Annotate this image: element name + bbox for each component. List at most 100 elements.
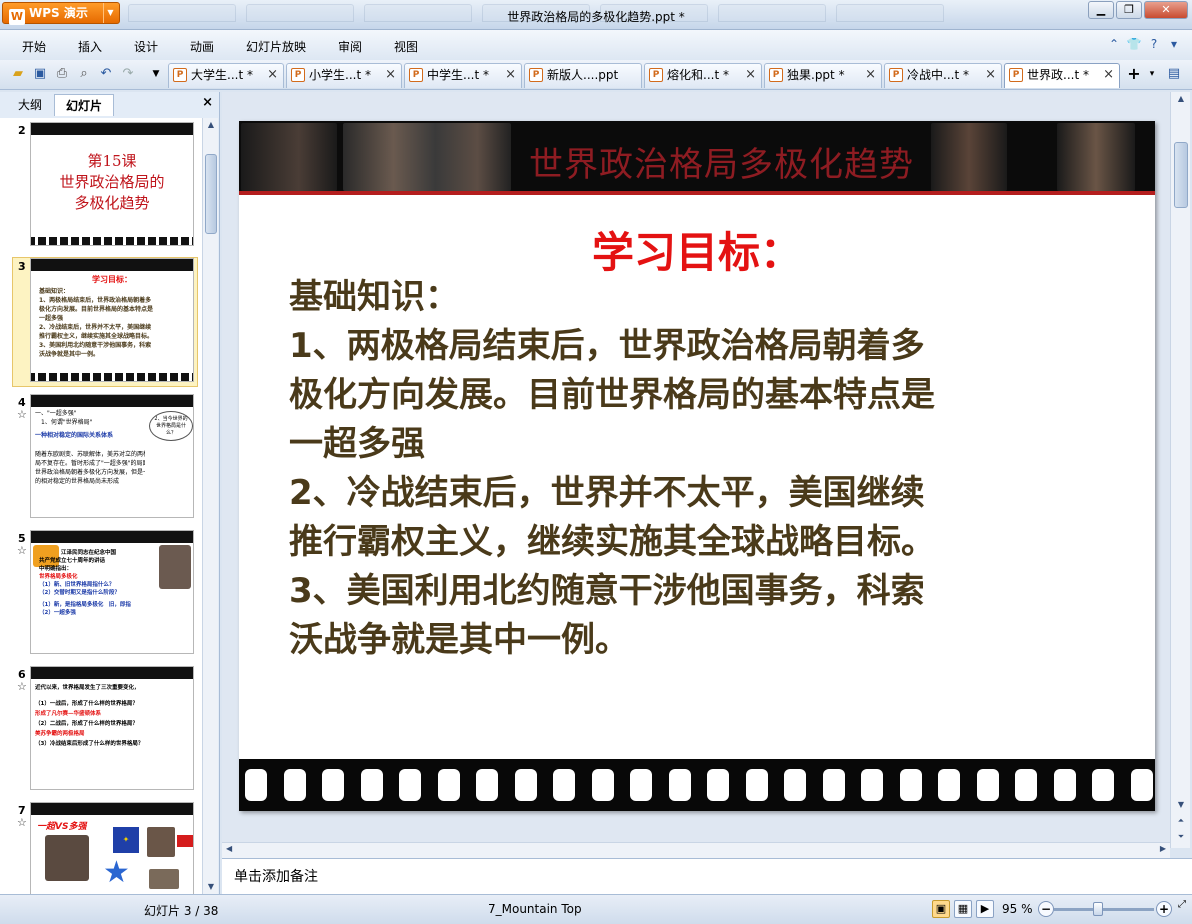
close-tab-icon[interactable]: × — [385, 64, 396, 86]
open-folder-icon[interactable]: ▰ — [10, 66, 26, 82]
ppt-file-icon: P — [769, 68, 783, 82]
slideshow-view-icon[interactable]: ▶ — [976, 900, 994, 918]
close-panel-icon[interactable]: × — [202, 95, 213, 110]
doc-tab-label: 独果.ppt * — [787, 68, 845, 82]
save-icon[interactable]: ▣ — [32, 66, 48, 82]
slide-banner: 世界政治格局多极化趋势 — [239, 121, 1155, 195]
menu-design[interactable]: 设计 — [134, 38, 158, 55]
chevron-down-icon[interactable]: ▾ — [1166, 36, 1182, 52]
scroll-thumb[interactable] — [205, 154, 217, 234]
film-hole — [476, 769, 498, 801]
slide-sorter-view-icon[interactable]: ▦ — [954, 900, 972, 918]
doc-tab-0[interactable]: P 大学生...t * × — [168, 63, 284, 88]
thumb-slide-4[interactable]: 一、"一超多强" 1、何谓"世界格局" 一种相对稳定的国际关系体系 随着东欧剧变… — [30, 394, 194, 518]
thumb-slide-2[interactable]: 第15课 世界政治格局的 多极化趋势 — [30, 122, 194, 246]
fit-window-icon[interactable]: ⤢ — [1178, 899, 1186, 910]
slide-body-text[interactable]: 基础知识： 1、两极格局结束后，世界政治格局朝着多 极化方向发展。目前世界格局的… — [289, 273, 1129, 665]
notes-pane[interactable]: 单击添加备注 — [222, 858, 1192, 894]
new-tab-plus-icon[interactable]: + — [1126, 66, 1142, 82]
close-tab-icon[interactable]: × — [985, 64, 996, 86]
thumb-number: 2 — [18, 124, 26, 137]
menu-insert[interactable]: 插入 — [78, 38, 102, 55]
thumb-portrait-photo — [45, 835, 89, 881]
collapse-ribbon-icon[interactable]: ⌃ — [1106, 36, 1122, 52]
scroll-up-icon[interactable]: ▲ — [203, 118, 219, 132]
body-line: 一超多强 — [289, 424, 425, 464]
close-button[interactable]: ✕ — [1144, 1, 1188, 19]
tab-slides[interactable]: 幻灯片 — [54, 94, 114, 116]
star-icon: ★ — [103, 855, 130, 890]
print-preview-icon[interactable]: ⌕ — [76, 66, 92, 82]
minimize-button[interactable]: ▁ — [1088, 1, 1114, 19]
thumb-slide-5[interactable]: 江泽民同志在纪念中国 共产党成立七十周年的讲话 中明确指出： 世界格局多极化 （… — [30, 530, 194, 654]
doc-tab-2[interactable]: P 中学生...t * × — [404, 63, 522, 88]
print-icon[interactable]: ⎙ — [54, 66, 70, 82]
slide-vertical-scrollbar[interactable]: ▲ ▼ ⏶ ⏷ — [1170, 92, 1190, 848]
banner-photo-4 — [1057, 123, 1135, 191]
scroll-down-icon[interactable]: ▼ — [203, 880, 219, 894]
body-line: 1、两极格局结束后，世界政治格局朝着多 — [289, 326, 925, 366]
close-tab-icon[interactable]: × — [505, 64, 516, 86]
tab-list-chevron-icon[interactable]: ▾ — [1144, 66, 1160, 82]
menu-review[interactable]: 审阅 — [338, 38, 362, 55]
undo-icon[interactable]: ↶ — [98, 66, 114, 82]
scroll-right-icon[interactable]: ▶ — [1160, 844, 1166, 853]
close-tab-icon[interactable]: × — [865, 64, 876, 86]
thumb-banner — [31, 395, 193, 407]
thumb-portrait-photo — [159, 545, 191, 589]
redo-icon[interactable]: ↷ — [120, 66, 136, 82]
window-list-icon[interactable]: ▤ — [1166, 66, 1182, 82]
slides-panel: 大纲 幻灯片 × 2 第15课 世界政治格局的 多极化趋势 3 学习目标： 基础知识… — [0, 92, 220, 894]
current-slide[interactable]: 世界政治格局多极化趋势 学习目标： 基础知识： 1、两极格局结束后，世界政治格局… — [239, 121, 1155, 811]
menu-view[interactable]: 视图 — [394, 38, 418, 55]
doc-tab-label: 冷战中...t * — [907, 68, 969, 82]
ppt-file-icon: P — [649, 68, 663, 82]
doc-tab-7[interactable]: P 世界政...t * × — [1004, 63, 1120, 88]
zoom-in-icon[interactable]: + — [1156, 901, 1172, 917]
next-slide-icon[interactable]: ⏷ — [1171, 830, 1191, 844]
film-hole — [322, 769, 344, 801]
menu-animation[interactable]: 动画 — [190, 38, 214, 55]
scroll-up-icon[interactable]: ▲ — [1171, 92, 1191, 106]
menu-home[interactable]: 开始 — [22, 38, 46, 55]
slide-heading[interactable]: 学习目标： — [239, 219, 1155, 280]
scroll-left-icon[interactable]: ◀ — [226, 844, 232, 853]
doc-tab-6[interactable]: P 冷战中...t * × — [884, 63, 1002, 88]
film-hole — [630, 769, 652, 801]
slide-horizontal-scrollbar[interactable]: ◀ ▶ — [222, 842, 1170, 858]
film-hole — [1015, 769, 1037, 801]
doc-tab-3[interactable]: P 新版人....ppt — [524, 63, 642, 88]
thumb-slide-7[interactable]: 一超VS多强 ✦ ★ — [30, 802, 194, 894]
thumb-slide-6[interactable]: 近代以来，世界格局发生了三次重要变化， （1）一战后，形成了什么样的世界格局？ … — [30, 666, 194, 790]
slide-counter: 幻灯片 3 / 38 — [144, 904, 219, 918]
thumb-callout-bubble: 2、当今世界的世界格局是什么？ — [149, 411, 193, 441]
doc-tab-4[interactable]: P 熔化和...t * × — [644, 63, 762, 88]
menu-slideshow[interactable]: 幻灯片放映 — [246, 38, 306, 55]
thumbnails-scrollbar[interactable]: ▲ ▼ — [202, 118, 218, 894]
scroll-down-icon[interactable]: ▼ — [1171, 798, 1191, 812]
thumb-filmstrip — [31, 237, 193, 245]
close-tab-icon[interactable]: × — [1103, 64, 1114, 86]
maximize-button[interactable]: ❐ — [1116, 1, 1142, 19]
thumb-slide-3[interactable]: 学习目标： 基础知识： 1、两极格局结束后，世界政治格局朝着多 极化方向发展。目前世… — [30, 258, 194, 382]
menu-right-icons: ⌃ 👕? ▾ — [1102, 36, 1182, 52]
slide-thumbnails: 2 第15课 世界政治格局的 多极化趋势 3 学习目标： 基础知识： 1、两极格局结束… — [0, 118, 202, 894]
previous-slide-icon[interactable]: ⏶ — [1171, 814, 1191, 828]
doc-tab-1[interactable]: P 小学生...t * × — [286, 63, 402, 88]
film-hole — [668, 769, 691, 801]
normal-view-icon[interactable]: ▣ — [932, 900, 950, 918]
doc-tab-5[interactable]: P 独果.ppt * × — [764, 63, 882, 88]
close-tab-icon[interactable]: × — [745, 64, 756, 86]
zoom-slider[interactable] — [1054, 908, 1154, 911]
skin-shirt-icon[interactable]: 👕 — [1126, 36, 1142, 52]
zoom-out-icon[interactable]: − — [1038, 901, 1054, 917]
toolbar-more-icon[interactable]: ▼ — [148, 66, 164, 82]
help-icon[interactable]: ? — [1146, 36, 1162, 52]
tab-outline[interactable]: 大纲 — [8, 94, 52, 116]
close-tab-icon[interactable]: × — [267, 64, 278, 86]
film-hole — [745, 769, 768, 801]
window-controls: ▁ ❐ ✕ — [1086, 1, 1188, 21]
scroll-thumb[interactable] — [1174, 142, 1188, 208]
thumb-portrait-photo — [147, 827, 175, 857]
zoom-slider-handle[interactable] — [1093, 902, 1103, 916]
